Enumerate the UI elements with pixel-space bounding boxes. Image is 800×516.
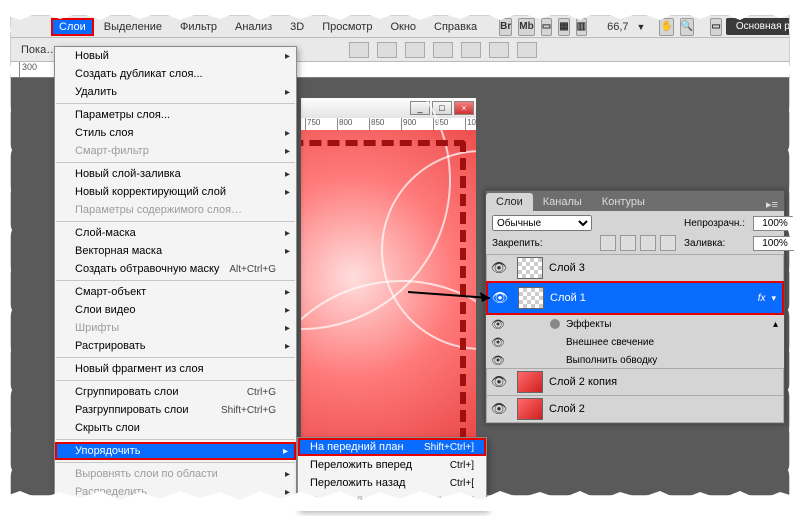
- menu-row[interactable]: Растрировать▸: [55, 337, 296, 355]
- submenu-row[interactable]: Переложить впередCtrl+]: [298, 456, 486, 474]
- menu-row[interactable]: Векторная маска▸: [55, 242, 296, 260]
- fill-label: Заливка:: [684, 238, 745, 249]
- lock-pixels-icon[interactable]: [620, 235, 636, 251]
- fx-item[interactable]: 👁Выполнить обводку: [486, 351, 784, 369]
- layer-list: 👁Слой 3👁Слой 1fx▾👁Эффекты▴👁Внешнее свече…: [486, 254, 784, 423]
- submenu-row[interactable]: На передний планShift+Ctrl+]: [298, 438, 486, 456]
- menu-row[interactable]: Создать дубликат слоя...: [55, 65, 296, 83]
- align-icon[interactable]: [517, 42, 537, 58]
- layer-row[interactable]: 👁 Слой 2: [486, 395, 784, 423]
- visibility-eye-icon[interactable]: 👁: [487, 401, 511, 417]
- layer-row[interactable]: 👁Слой 1fx▾: [486, 281, 784, 315]
- menu-row: Шрифты▸: [55, 319, 296, 337]
- menu-row[interactable]: Слой-маска▸: [55, 224, 296, 242]
- layer-thumbnail[interactable]: [517, 371, 543, 393]
- menu-row[interactable]: Скрыть слои: [55, 419, 296, 437]
- fx-item[interactable]: 👁Внешнее свечение: [486, 333, 784, 351]
- layer-row[interactable]: 👁 Слой 3: [486, 254, 784, 282]
- menu-row: Смарт-фильтр▸: [55, 142, 296, 160]
- fx-badge[interactable]: fx: [758, 293, 766, 304]
- align-icon[interactable]: [349, 42, 369, 58]
- menu-row[interactable]: Упорядочить▸: [55, 442, 296, 460]
- visibility-eye-icon[interactable]: 👁: [488, 290, 512, 306]
- menu-row[interactable]: Слои видео▸: [55, 301, 296, 319]
- layer-row[interactable]: 👁 Слой 2 копия: [486, 368, 784, 396]
- layer-thumbnail[interactable]: [518, 287, 544, 309]
- lock-transparency-icon[interactable]: [600, 235, 616, 251]
- layer-name[interactable]: Слой 1: [550, 292, 758, 304]
- align-icon[interactable]: [377, 42, 397, 58]
- layer-name[interactable]: Слой 2 копия: [549, 376, 783, 388]
- align-icon[interactable]: [489, 42, 509, 58]
- options-label: Пока…: [21, 44, 57, 56]
- layers-panel: Слои Каналы Контуры ▸≡ Обычные Непрозрач…: [485, 190, 785, 424]
- tab-paths[interactable]: Контуры: [592, 193, 655, 211]
- blend-mode-select[interactable]: Обычные: [492, 215, 592, 231]
- tab-layers[interactable]: Слои: [486, 193, 533, 211]
- menu-row[interactable]: Создать обтравочную маскуAlt+Ctrl+G: [55, 260, 296, 278]
- align-icon[interactable]: [461, 42, 481, 58]
- menu-row: Параметры содержимого слоя…: [55, 201, 296, 219]
- menu-row[interactable]: Новый корректирующий слой▸: [55, 183, 296, 201]
- menu-row[interactable]: Сгруппировать слоиCtrl+G: [55, 383, 296, 401]
- visibility-eye-icon[interactable]: 👁: [487, 260, 511, 276]
- tab-channels[interactable]: Каналы: [533, 193, 592, 211]
- menu-row: Выровнять слои по области▸: [55, 465, 296, 483]
- visibility-eye-icon[interactable]: 👁: [487, 374, 511, 390]
- menu-row[interactable]: Новый▸: [55, 47, 296, 65]
- layer-name[interactable]: Слой 2: [549, 403, 783, 415]
- menu-row[interactable]: Разгруппировать слоиShift+Ctrl+G: [55, 401, 296, 419]
- lock-label: Закрепить:: [492, 238, 592, 249]
- lock-all-icon[interactable]: [660, 235, 676, 251]
- lock-position-icon[interactable]: [640, 235, 656, 251]
- panel-menu-icon[interactable]: ▸≡: [760, 198, 784, 211]
- menu-row[interactable]: Новый фрагмент из слоя: [55, 360, 296, 378]
- align-icon[interactable]: [405, 42, 425, 58]
- menu-row[interactable]: Параметры слоя...: [55, 106, 296, 124]
- panel-tabs: Слои Каналы Контуры ▸≡: [486, 191, 784, 211]
- opacity-label: Непрозрачн.:: [684, 218, 745, 229]
- menu-row[interactable]: Новый слой-заливка▸: [55, 165, 296, 183]
- align-icon[interactable]: [433, 42, 453, 58]
- menu-row[interactable]: Удалить▸: [55, 83, 296, 101]
- layer-options: Обычные Непрозрачн.: 100% Закрепить: Зал…: [486, 211, 784, 255]
- align-icons: [349, 42, 537, 58]
- window-close-button[interactable]: ×: [454, 101, 474, 115]
- menu-row[interactable]: Стиль слоя▸: [55, 124, 296, 142]
- menu-row[interactable]: Смарт-объект▸: [55, 283, 296, 301]
- fx-header[interactable]: 👁Эффекты▴: [486, 315, 784, 333]
- layers-menu-dropdown: Новый▸Создать дубликат слоя...Удалить▸ Па…: [54, 46, 297, 502]
- layer-thumbnail[interactable]: [517, 398, 543, 420]
- layer-name[interactable]: Слой 3: [549, 262, 783, 274]
- layer-thumbnail[interactable]: [517, 257, 543, 279]
